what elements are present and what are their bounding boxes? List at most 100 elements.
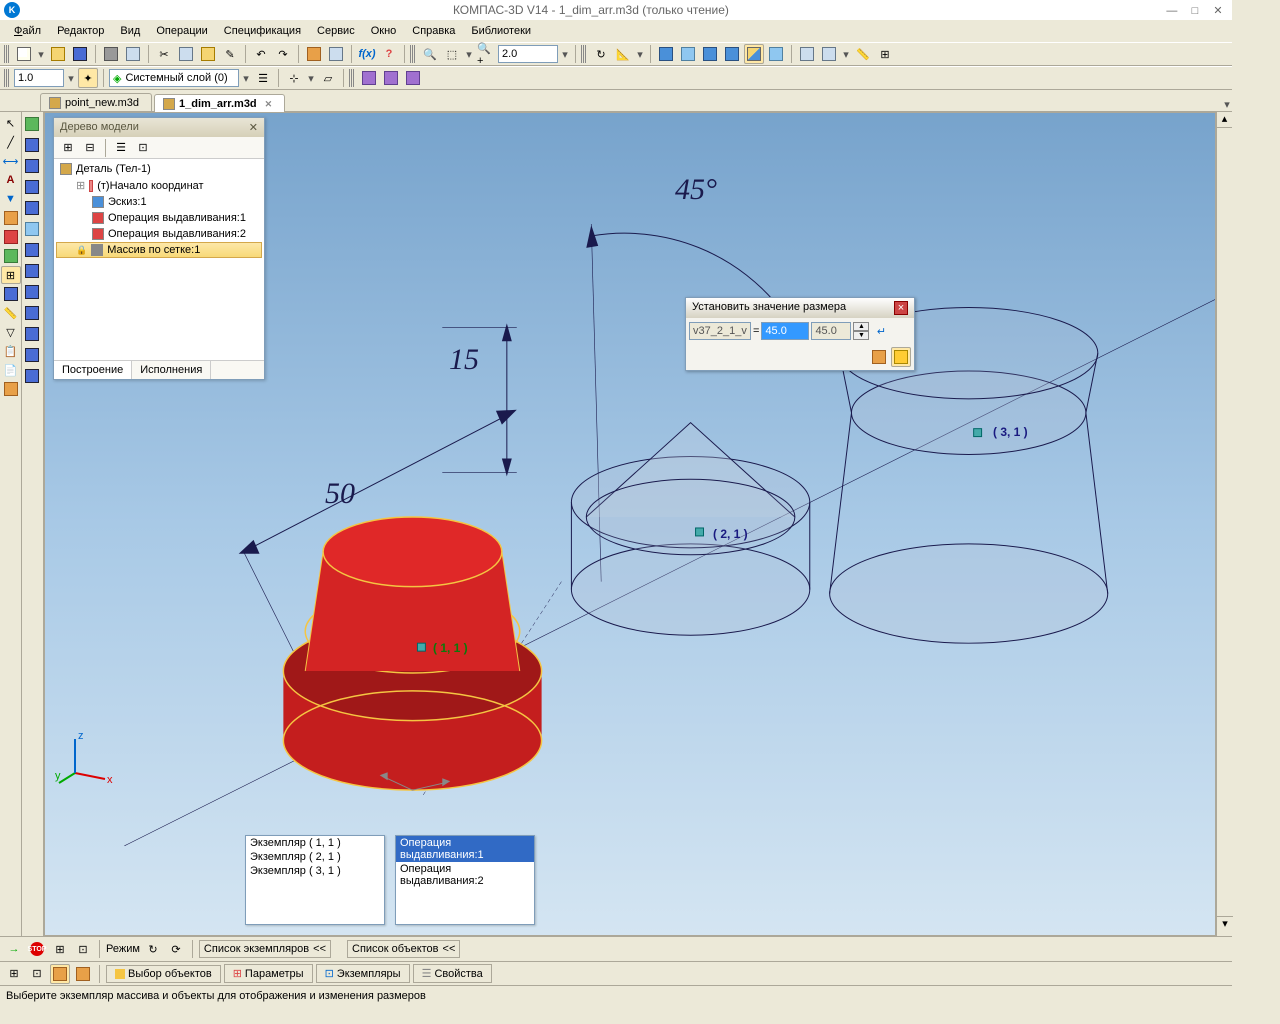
new-button[interactable]	[14, 44, 34, 64]
preview-button[interactable]	[123, 44, 143, 64]
prop-tab-params[interactable]: ⊞Параметры	[224, 964, 313, 983]
dropdown-icon[interactable]: ▾	[36, 48, 46, 61]
layer-mgr-button[interactable]: ☰	[253, 68, 273, 88]
orient-button[interactable]: 📐	[613, 44, 633, 64]
dialog-title-bar[interactable]: Установить значение размера ×	[686, 298, 914, 318]
menu-edit[interactable]: Редактор	[51, 23, 110, 39]
menu-window[interactable]: Окно	[365, 23, 403, 39]
dropdown-icon[interactable]: ▾	[560, 48, 570, 61]
render-button[interactable]	[359, 68, 379, 88]
dim-tool[interactable]: ⟷	[1, 152, 21, 170]
filter-tool[interactable]: ▽	[1, 323, 21, 341]
scale-input[interactable]	[14, 69, 64, 87]
brush-button[interactable]: ✎	[220, 44, 240, 64]
layer-combo[interactable]: ◈Системный слой (0)	[109, 69, 239, 87]
tree-view1-button[interactable]: ☰	[111, 138, 131, 158]
instance-item-2[interactable]: Экземпляр ( 2, 1 )	[246, 850, 384, 864]
object-item-2[interactable]: Операция выдавливания:2	[396, 862, 534, 888]
shell-tool[interactable]	[22, 282, 42, 302]
maximize-button[interactable]: □	[1185, 5, 1205, 17]
menu-help[interactable]: Справка	[406, 23, 461, 39]
open-button[interactable]	[48, 44, 68, 64]
render2-button[interactable]	[381, 68, 401, 88]
mode-2-button[interactable]: ⟳	[166, 939, 186, 959]
tabs-dropdown-icon[interactable]: ▾	[1222, 98, 1232, 111]
zoom-input[interactable]	[498, 45, 558, 63]
shade-solid-button[interactable]	[678, 44, 698, 64]
doc-tab-dim-arr[interactable]: 1_dim_arr.m3d ✕	[154, 94, 285, 112]
var-name-field[interactable]	[689, 322, 751, 340]
tree-array-node[interactable]: 🔒 Массив по сетке:1	[56, 242, 262, 258]
dropdown-icon[interactable]: ▾	[635, 48, 645, 61]
tree-tab-exec[interactable]: Исполнения	[132, 361, 211, 379]
menu-operations[interactable]: Операции	[150, 23, 213, 39]
value-field[interactable]	[761, 322, 809, 340]
close-button[interactable]: ✕	[1208, 4, 1228, 17]
prop-tab-select[interactable]: Выбор объектов	[106, 965, 221, 983]
paste-button[interactable]	[198, 44, 218, 64]
fillet-tool[interactable]	[22, 240, 42, 260]
pb-btn1[interactable]: ⊞	[4, 964, 24, 984]
dropdown-icon[interactable]: ▾	[306, 72, 316, 85]
dropdown-icon[interactable]: ▾	[464, 48, 474, 61]
close-tab-icon[interactable]: ✕	[265, 99, 273, 110]
menu-spec[interactable]: Спецификация	[218, 23, 307, 39]
mold-tool[interactable]	[1, 380, 21, 398]
chamfer-tool[interactable]	[22, 261, 42, 281]
pb-btn3[interactable]	[50, 964, 70, 984]
save-button[interactable]	[70, 44, 90, 64]
surface-tool[interactable]	[1, 247, 21, 265]
menu-file[interactable]: ФФайлайл	[8, 23, 47, 39]
grid-button[interactable]: ⊞	[875, 44, 895, 64]
help-button[interactable]: ?	[379, 44, 399, 64]
step-down-button[interactable]: ▼	[853, 331, 869, 340]
cut-button[interactable]: ✂	[154, 44, 174, 64]
thread-tool[interactable]	[22, 345, 42, 365]
apply-button[interactable]: ↵	[871, 321, 891, 341]
report-tool[interactable]: 📄	[1, 361, 21, 379]
instance-item-3[interactable]: Экземпляр ( 3, 1 )	[246, 864, 384, 878]
tree-coord-node[interactable]: ⊞ (т)Начало координат	[56, 177, 262, 194]
rotate-button[interactable]: ↻	[591, 44, 611, 64]
hatch-tool[interactable]: ▼	[1, 190, 21, 208]
measure-button[interactable]: 📏	[853, 44, 873, 64]
tree-extrude1-node[interactable]: Операция выдавливания:1	[56, 210, 262, 226]
line-tool[interactable]: ╱	[1, 133, 21, 151]
deselect-button[interactable]: ⊡	[73, 939, 93, 959]
redo-button[interactable]: ↷	[273, 44, 293, 64]
menu-service[interactable]: Сервис	[311, 23, 361, 39]
print-button[interactable]	[101, 44, 121, 64]
calc-button[interactable]	[869, 347, 889, 367]
rib-tool[interactable]	[22, 303, 42, 323]
section-button[interactable]	[797, 44, 817, 64]
tree-extrude2-node[interactable]: Операция выдавливания:2	[56, 226, 262, 242]
copy-button[interactable]	[176, 44, 196, 64]
object-item-1[interactable]: Операция выдавливания:1	[396, 836, 534, 862]
zoom-fit-button[interactable]: 🔍	[420, 44, 440, 64]
undo-button[interactable]: ↶	[251, 44, 271, 64]
spec-tool[interactable]: 📋	[1, 342, 21, 360]
doc-tab-point-new[interactable]: point_new.m3d	[40, 93, 152, 111]
zoom-in-button[interactable]: 🔍+	[476, 44, 496, 64]
loft-tool[interactable]	[22, 177, 42, 197]
sweep-tool[interactable]	[22, 156, 42, 176]
shade-combo-button[interactable]	[744, 44, 764, 64]
sketch-tool[interactable]	[1, 209, 21, 227]
pb-btn4[interactable]	[73, 964, 93, 984]
section2-button[interactable]	[819, 44, 839, 64]
link-button[interactable]	[891, 347, 911, 367]
array-tool[interactable]: ⊞	[1, 266, 21, 284]
tree-tab-build[interactable]: Построение	[54, 361, 132, 379]
snap-button[interactable]: ✦	[78, 68, 98, 88]
close-icon[interactable]: ✕	[249, 121, 258, 134]
step-up-button[interactable]: ▲	[853, 322, 869, 331]
cut-tool[interactable]	[22, 198, 42, 218]
prop-tab-properties[interactable]: ☰Свойства	[413, 964, 492, 983]
variables-button[interactable]: f(x)	[357, 44, 377, 64]
tree-expand-button[interactable]: ⊞	[58, 138, 78, 158]
prop-tab-instances[interactable]: ⊡Экземпляры	[316, 964, 410, 983]
draft-tool[interactable]	[22, 324, 42, 344]
perspective-button[interactable]	[766, 44, 786, 64]
vertical-scrollbar[interactable]: ▴ ▾	[1216, 112, 1232, 936]
dropdown-icon[interactable]: ▾	[66, 72, 76, 85]
